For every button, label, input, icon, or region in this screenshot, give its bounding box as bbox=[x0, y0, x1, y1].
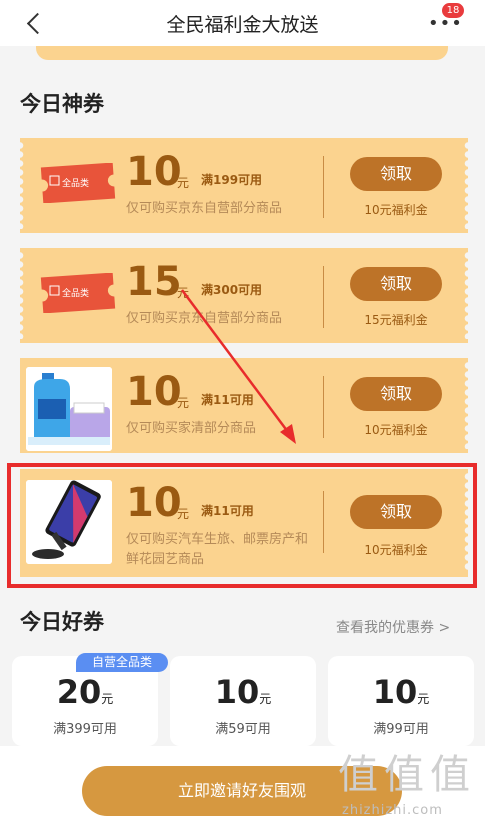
good-coupon-amount: 20元 bbox=[56, 673, 114, 711]
good-coupon-amount: 10元 bbox=[214, 673, 272, 711]
section-title-today-good: 今日好券 bbox=[20, 610, 104, 634]
good-coupon-amount: 10元 bbox=[372, 673, 430, 711]
good-coupon-card[interactable]: 10元 满59可用 bbox=[170, 656, 316, 746]
watermark: 值值值 zhizhizhi.com bbox=[338, 751, 478, 831]
view-my-coupons-link[interactable]: 查看我的优惠券 > bbox=[336, 617, 450, 637]
good-coupon-condition: 满59可用 bbox=[215, 722, 271, 737]
coupon-tag: 自营全品类 bbox=[76, 653, 168, 672]
watermark-logo: 值值值 bbox=[338, 752, 476, 798]
good-coupon-card[interactable]: 自营全品类 20元 满399可用 bbox=[12, 653, 168, 746]
good-coupon-condition: 满99可用 bbox=[373, 722, 429, 737]
good-coupon-card[interactable]: 10元 满99可用 bbox=[328, 656, 474, 746]
watermark-site: zhizhizhi.com bbox=[342, 803, 443, 818]
good-coupon-condition: 满399可用 bbox=[53, 722, 117, 737]
